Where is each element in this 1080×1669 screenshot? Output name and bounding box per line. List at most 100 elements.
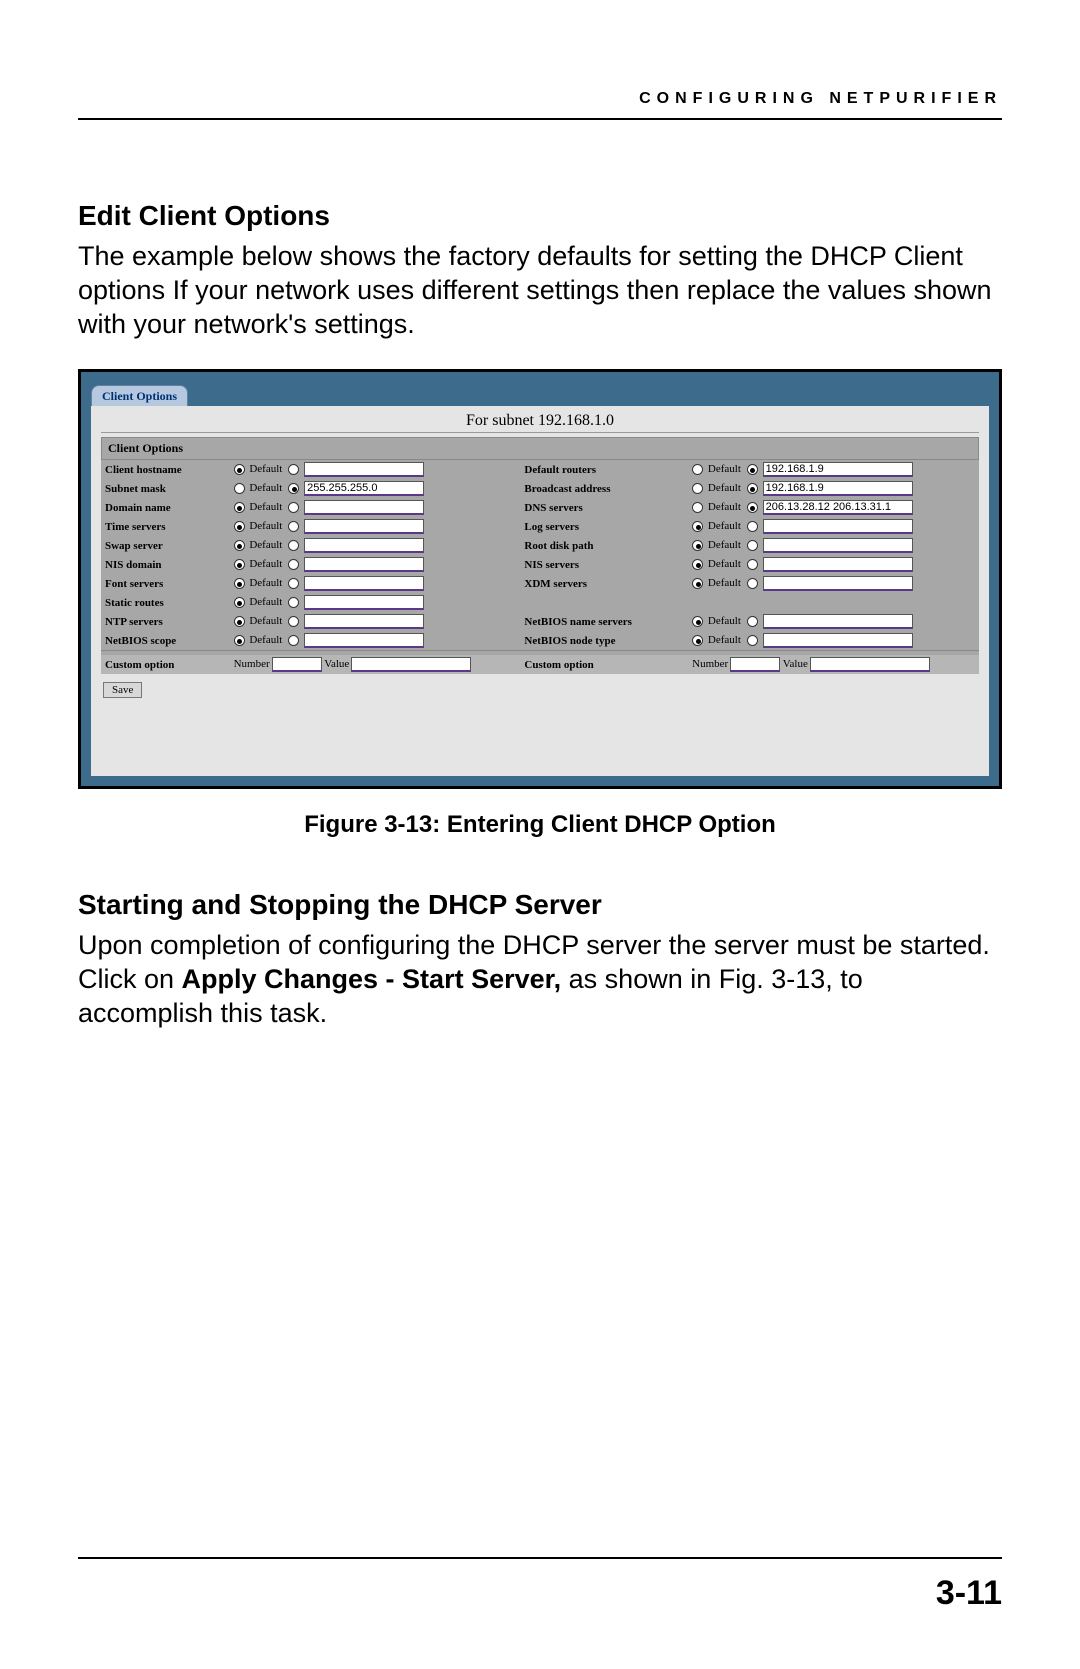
option-input[interactable] [304, 614, 424, 629]
option-input[interactable] [763, 538, 913, 553]
radio-value[interactable] [747, 616, 758, 627]
number-label: Number [234, 658, 270, 670]
radio-default[interactable] [692, 521, 703, 532]
radio-default[interactable] [692, 540, 703, 551]
option-input[interactable] [304, 519, 424, 534]
option-controls: Default [230, 479, 521, 498]
option-input[interactable] [304, 462, 424, 477]
option-label: NTP servers [101, 612, 230, 631]
heading-starting-stopping: Starting and Stopping the DHCP Server [78, 889, 1002, 921]
radio-default[interactable] [692, 502, 703, 513]
option-controls: Default [688, 479, 979, 498]
default-label-text: Default [249, 558, 282, 570]
radio-value[interactable] [288, 616, 299, 627]
option-label: DNS servers [520, 498, 688, 517]
radio-value[interactable] [288, 464, 299, 475]
save-button[interactable]: Save [103, 682, 142, 698]
default-label-text: Default [708, 520, 741, 532]
screenshot-window: Client Options For subnet 192.168.1.0 Cl… [91, 382, 989, 776]
radio-value[interactable] [747, 521, 758, 532]
radio-default[interactable] [692, 616, 703, 627]
option-controls: Default [688, 498, 979, 517]
default-label-text: Default [249, 482, 282, 494]
tab-row: Client Options [91, 382, 989, 406]
radio-value[interactable] [747, 464, 758, 475]
radio-default[interactable] [234, 635, 245, 646]
custom-option-label: Custom option [101, 655, 230, 674]
option-row: Client hostname Default Default routers … [101, 460, 979, 479]
option-row: Static routes Default [101, 593, 979, 612]
radio-default[interactable] [692, 559, 703, 570]
radio-default[interactable] [234, 578, 245, 589]
option-label: NIS domain [101, 555, 230, 574]
option-label: Font servers [101, 574, 230, 593]
radio-default[interactable] [234, 502, 245, 513]
custom-number-input[interactable] [272, 657, 322, 672]
option-controls: Default [688, 612, 979, 631]
option-row: NTP servers Default NetBIOS name servers… [101, 612, 979, 631]
radio-default[interactable] [692, 635, 703, 646]
option-input[interactable] [763, 462, 913, 477]
option-input[interactable] [763, 557, 913, 572]
option-input[interactable] [763, 500, 913, 515]
radio-value[interactable] [747, 635, 758, 646]
option-input[interactable] [763, 481, 913, 496]
radio-value[interactable] [747, 483, 758, 494]
radio-value[interactable] [288, 502, 299, 513]
option-input[interactable] [304, 557, 424, 572]
custom-value-input[interactable] [351, 657, 471, 672]
default-label-text: Default [708, 501, 741, 513]
default-label-text: Default [708, 482, 741, 494]
option-input[interactable] [304, 633, 424, 648]
radio-default[interactable] [234, 597, 245, 608]
radio-value[interactable] [288, 483, 299, 494]
option-input[interactable] [304, 500, 424, 515]
custom-number-input[interactable] [730, 657, 780, 672]
option-label: Root disk path [520, 536, 688, 555]
subtitle-rule [101, 432, 979, 433]
option-controls: Default [230, 574, 521, 593]
radio-default[interactable] [234, 483, 245, 494]
radio-default[interactable] [234, 559, 245, 570]
option-label: Subnet mask [101, 479, 230, 498]
radio-value[interactable] [288, 540, 299, 551]
radio-default[interactable] [234, 616, 245, 627]
radio-value[interactable] [288, 578, 299, 589]
value-label: Value [324, 658, 349, 670]
default-label-text: Default [249, 539, 282, 551]
radio-value[interactable] [288, 635, 299, 646]
default-label-text: Default [708, 558, 741, 570]
option-row: NetBIOS scope Default NetBIOS node type … [101, 631, 979, 651]
option-input[interactable] [304, 481, 424, 496]
option-input[interactable] [304, 576, 424, 591]
option-input[interactable] [763, 519, 913, 534]
option-label: NetBIOS scope [101, 631, 230, 651]
radio-default[interactable] [692, 483, 703, 494]
default-label-text: Default [708, 463, 741, 475]
option-input[interactable] [763, 614, 913, 629]
option-label: Static routes [101, 593, 230, 612]
option-controls: Default [230, 517, 521, 536]
option-controls: Default [688, 574, 979, 593]
radio-value[interactable] [747, 559, 758, 570]
radio-default[interactable] [692, 578, 703, 589]
radio-default[interactable] [234, 521, 245, 532]
default-label-text: Default [708, 634, 741, 646]
option-row: Time servers Default Log servers Default [101, 517, 979, 536]
option-row: Subnet mask Default Broadcast address De… [101, 479, 979, 498]
radio-default[interactable] [692, 464, 703, 475]
radio-default[interactable] [234, 540, 245, 551]
radio-value[interactable] [747, 540, 758, 551]
radio-value[interactable] [288, 559, 299, 570]
tab-client-options[interactable]: Client Options [91, 385, 188, 406]
option-input[interactable] [763, 633, 913, 648]
custom-value-input[interactable] [810, 657, 930, 672]
option-input[interactable] [763, 576, 913, 591]
radio-value[interactable] [288, 521, 299, 532]
radio-default[interactable] [234, 464, 245, 475]
option-input[interactable] [304, 595, 424, 610]
radio-value[interactable] [288, 597, 299, 608]
radio-value[interactable] [747, 502, 758, 513]
option-input[interactable] [304, 538, 424, 553]
radio-value[interactable] [747, 578, 758, 589]
